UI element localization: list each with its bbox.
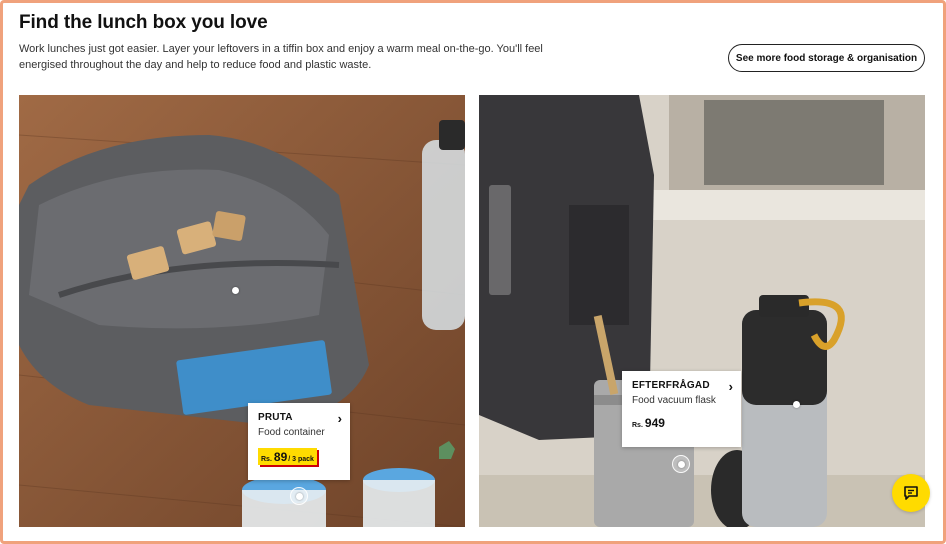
section-description: Work lunches just got easier. Layer your… — [19, 43, 543, 71]
price-amount: 949 — [644, 416, 665, 430]
chat-icon — [904, 486, 918, 500]
see-more-button[interactable]: See more food storage & organisation — [728, 44, 925, 72]
chevron-right-icon: › — [728, 379, 733, 394]
section-title: Find the lunch box you love — [19, 12, 268, 33]
price-amount: 89 — [273, 450, 288, 464]
product-type: Food container — [258, 427, 325, 438]
product-name: PRUTA — [258, 412, 293, 423]
pruta-product-tag[interactable]: PRUTA Food container › Rs. 89 / 3 pack — [248, 403, 350, 480]
backpack-photo: PRUTA Food container › Rs. 89 / 3 pack — [19, 95, 465, 527]
flask-photo: EFTERFRÅGAD Food vacuum flask › Rs. 949 — [479, 95, 925, 527]
pruta-hotspot[interactable] — [290, 487, 308, 505]
product-name: EFTERFRÅGAD — [632, 380, 710, 391]
product-type: Food vacuum flask — [632, 395, 716, 406]
price-unit: / 3 pack — [288, 456, 314, 463]
efterfragad-product-tag[interactable]: EFTERFRÅGAD Food vacuum flask › Rs. 949 — [622, 371, 741, 447]
price-currency: Rs. — [261, 456, 272, 463]
price-currency: Rs. — [632, 422, 643, 429]
product-price: Rs. 949 — [632, 416, 665, 430]
product-price: Rs. 89 / 3 pack — [258, 448, 317, 465]
tiffin-hotspot[interactable] — [672, 455, 690, 473]
hotspot-dot — [231, 286, 239, 294]
hotspot-dot — [792, 400, 800, 408]
chevron-right-icon: › — [337, 411, 342, 426]
hotspot-dot — [295, 492, 303, 500]
hotspot-dot — [677, 460, 685, 468]
flask-hotspot[interactable] — [787, 395, 805, 413]
chat-button[interactable] — [892, 474, 930, 512]
backpack-hotspot[interactable] — [226, 281, 244, 299]
